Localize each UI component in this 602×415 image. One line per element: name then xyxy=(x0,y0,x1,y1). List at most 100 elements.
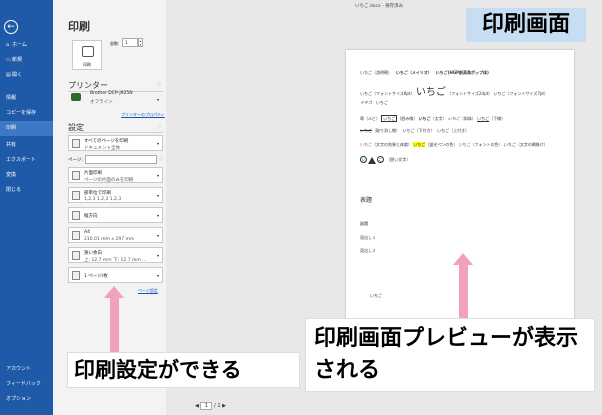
duplex-select[interactable]: 片面印刷 ページの片面のみを印刷 ▾ xyxy=(68,167,163,183)
nav-item-label: 印刷 xyxy=(6,125,17,131)
nav-item-label: エクスポート xyxy=(6,157,36,163)
nav-item-label: 閉じる xyxy=(6,187,22,193)
nav-item-print[interactable]: 印刷 xyxy=(0,121,53,136)
setting-label: A4 xyxy=(84,230,90,235)
chevron-down-icon: ▾ xyxy=(156,97,159,102)
preview-line: いちご xyxy=(370,293,382,298)
setting-label: 縦方向 xyxy=(84,214,98,219)
print-button-label: 印刷 xyxy=(83,62,91,67)
collate-icon xyxy=(72,191,80,200)
arrow-up-icon xyxy=(453,253,473,318)
printer-properties-link[interactable]: プリンターのプロパティ xyxy=(121,112,165,118)
chevron-down-icon: ▾ xyxy=(156,233,159,238)
pages-per-sheet-select[interactable]: 1 ページ/枚 ▾ xyxy=(68,267,163,283)
nav-item-save-copy[interactable]: コピーを保存 xyxy=(0,106,53,121)
nav-item-label: 変換 xyxy=(6,172,17,178)
setting-detail: 1,2,3 1,2,3 1,2,3 xyxy=(84,197,122,202)
backstage-nav: ← ⌂ ホーム ▭新規 ▤開く 情報 コピーを保存 印刷 共有 エクスポート 変換… xyxy=(0,0,53,415)
setting-detail: ページの片面のみを印刷 xyxy=(84,178,134,183)
next-page-icon[interactable]: ▶ xyxy=(222,403,226,409)
setting-detail: ドキュメント全体 xyxy=(84,146,120,151)
nav-item-export[interactable]: エクスポート xyxy=(0,153,53,168)
chevron-down-icon: ▾ xyxy=(156,173,159,178)
preview-line: 苺（ルビ） いちご （囲み線） いちご（太字） いちご（斜体） いちご（下線） xyxy=(360,115,506,122)
preview-line: いちご（フォントサイズ8pt） いちご （フォントサイズ24pt） いちご（フォ… xyxy=(360,87,549,98)
paper-icon xyxy=(72,231,80,240)
copies-label: 部数: xyxy=(110,41,120,46)
setting-label: 部単位で印刷 xyxy=(84,191,111,196)
setting-label: 片面印刷 xyxy=(84,171,102,176)
pages-label: ページ: xyxy=(68,158,83,163)
nav-item-open[interactable]: ▤開く xyxy=(0,68,53,83)
preview-line: 見出し２ xyxy=(360,248,376,253)
page-total: / 1 xyxy=(214,403,221,409)
print-range-select[interactable]: すべてのページを印刷 ドキュメント全体 ▾ xyxy=(68,135,163,151)
preview-line: イチゴ いちご xyxy=(360,100,388,105)
margins-select[interactable]: 狭い余白 上: 12.7 mm 下: 12.7 mm ... ▾ xyxy=(68,247,163,263)
preview-line: 見出し１ xyxy=(360,235,376,240)
nav-item-home[interactable]: ⌂ ホーム xyxy=(0,38,53,53)
orientation-select[interactable]: 縦方向 ▾ xyxy=(68,207,163,223)
collate-select[interactable]: 部単位で印刷 1,2,3 1,2,3 1,2,3 ▾ xyxy=(68,187,163,203)
setting-detail: 210.01 mm x 297 mm xyxy=(84,237,135,242)
nav-item-label: ホーム xyxy=(12,42,27,48)
nav-item-label: 共有 xyxy=(6,142,17,148)
annotation-preview: 印刷画面プレビューが表示される xyxy=(305,318,595,392)
annotation-settings: 印刷設定ができる xyxy=(67,352,300,388)
nav-item-label: オプション xyxy=(6,396,32,402)
nav-item-account[interactable]: アカウント xyxy=(0,362,53,377)
info-icon[interactable]: ⓘ xyxy=(159,156,163,162)
setting-label: 狭い余白 xyxy=(84,251,102,256)
nav-item-info[interactable]: 情報 xyxy=(0,91,53,106)
print-button[interactable]: 印刷 xyxy=(72,40,102,70)
nav-item-label: 情報 xyxy=(6,95,17,101)
one-sided-icon xyxy=(72,171,80,180)
page-navigator: ◀ 1 / 1 ▶ xyxy=(195,402,226,410)
divider xyxy=(68,132,163,133)
nav-item-close[interactable]: 閉じる xyxy=(0,183,53,198)
chevron-down-icon: ▾ xyxy=(156,141,159,146)
margins-icon xyxy=(72,251,80,260)
printer-status: オフライン xyxy=(90,100,113,105)
copies-input[interactable]: 1 xyxy=(122,38,138,47)
pages-input[interactable] xyxy=(85,155,157,164)
preview-line: 副題 xyxy=(360,221,368,226)
chevron-down-icon: ▾ xyxy=(156,193,159,198)
preview-line: いちご（游明朝） いちご（メイリオ） いちご(HGP創英角ポップ体) xyxy=(360,70,489,75)
page-number-input[interactable]: 1 xyxy=(200,402,213,410)
nav-item-label: アカウント xyxy=(6,366,32,372)
nav-item-share[interactable]: 共有 xyxy=(0,138,53,153)
page-setup-link[interactable]: ページ設定 xyxy=(138,288,158,294)
panel-title: 印刷 xyxy=(68,20,90,33)
info-icon[interactable]: ⓘ xyxy=(157,82,161,88)
arrow-up-icon xyxy=(104,286,124,352)
setting-label: 1 ページ/枚 xyxy=(84,274,108,279)
preview-line: いちご（文字の効果と体裁） いちご（蛍光ペンの色） いちご（フォントの色） いち… xyxy=(360,142,548,147)
portrait-icon xyxy=(72,211,80,220)
nav-item-options[interactable]: オプション xyxy=(0,392,53,407)
nav-item-label: 開く xyxy=(12,72,23,78)
preview-line: いちご（取り消し線） いちご（下付き） いちご（上付き） xyxy=(360,128,470,133)
prev-page-icon[interactable]: ◀ xyxy=(195,403,199,409)
printer-status-icon xyxy=(71,93,81,101)
nav-item-label: コピーを保存 xyxy=(6,110,37,116)
setting-detail: 上: 12.7 mm 下: 12.7 mm ... xyxy=(84,258,147,263)
nav-item-new[interactable]: ▭新規 xyxy=(0,53,53,68)
chevron-down-icon: ▾ xyxy=(156,273,159,278)
chevron-down-icon: ▾ xyxy=(156,253,159,258)
pages-per-sheet-icon xyxy=(72,271,80,280)
annotation-print-screen: 印刷画面 xyxy=(466,8,586,42)
nav-item-feedback[interactable]: フィードバック xyxy=(0,377,53,392)
back-arrow-icon[interactable]: ← xyxy=(4,20,18,34)
nav-item-transform[interactable]: 変換 xyxy=(0,168,53,183)
paper-size-select[interactable]: A4 210.01 mm x 297 mm ▾ xyxy=(68,227,163,243)
setting-label: すべてのページを印刷 xyxy=(84,139,129,144)
info-icon[interactable]: ⓘ xyxy=(157,124,161,130)
document-title: いちご.docx - 保存済み xyxy=(355,4,404,9)
printer-select[interactable]: Brother DCP-J925N オフライン ▾ xyxy=(68,89,163,109)
preview-heading: 表題 xyxy=(360,197,373,204)
triangle-icon xyxy=(368,156,376,164)
copies-spinner[interactable]: ▴ ▾ xyxy=(138,38,143,47)
nav-item-label: フィードバック xyxy=(6,381,41,387)
printer-icon xyxy=(82,46,94,57)
